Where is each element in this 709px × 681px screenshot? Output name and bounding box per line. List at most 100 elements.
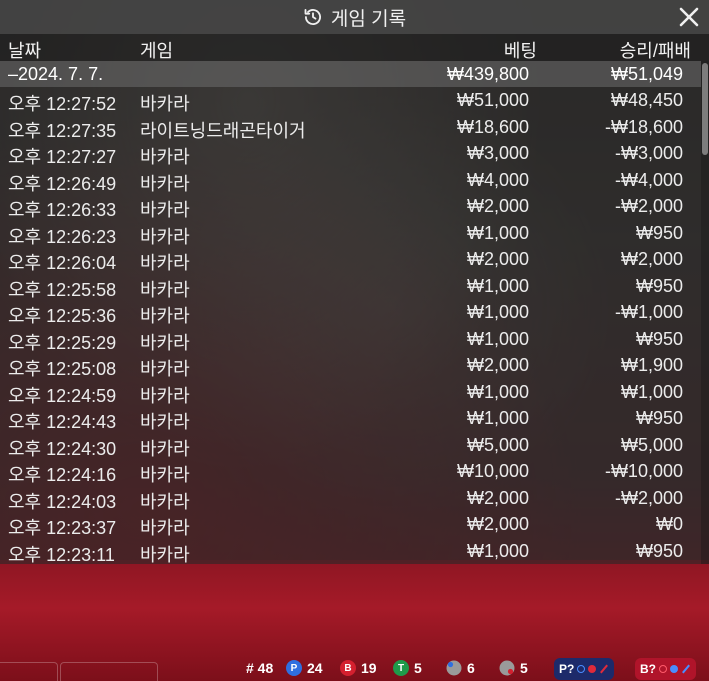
dot-icon — [670, 665, 678, 673]
table-row[interactable]: 오후 12:26:49 바카라 ₩4,000 -₩4,000 — [0, 167, 701, 194]
close-button[interactable] — [675, 3, 703, 31]
row-game: 바카라 — [140, 173, 190, 194]
table-row[interactable]: 오후 12:24:16 바카라 ₩10,000 -₩10,000 — [0, 458, 701, 485]
row-time: 오후 12:24:03 — [8, 491, 117, 512]
row-time: 오후 12:26:33 — [8, 200, 117, 220]
row-time: 오후 12:26:23 — [8, 226, 117, 247]
row-bet: ₩2,000 — [466, 196, 529, 216]
row-bet: ₩10,000 — [456, 461, 529, 481]
table-row[interactable]: 오후 12:25:58 바카라 ₩1,000 ₩950 — [0, 273, 701, 300]
row-game: 바카라 — [140, 518, 190, 538]
date-group-row[interactable]: –2024. 7. 7. ₩439,800 ₩51,049 — [0, 61, 701, 87]
dialog-title: 게임 기록 — [330, 8, 407, 30]
row-game: 바카라 — [140, 491, 190, 512]
rounds-label: # 48 — [246, 660, 274, 676]
row-result: ₩2,000 — [620, 249, 683, 269]
row-time: 오후 12:27:52 — [8, 94, 117, 114]
row-time: 오후 12:25:58 — [8, 279, 117, 300]
banker-wins-stat: B 19 — [340, 660, 377, 676]
rounds-count: # 48 — [246, 660, 273, 676]
row-time: 오후 12:26:49 — [8, 173, 117, 194]
table-row[interactable]: 오후 12:27:27 바카라 ₩3,000 -₩3,000 — [0, 140, 701, 167]
row-time: 오후 12:24:43 — [8, 412, 117, 432]
player-wins-stat: P 24 — [286, 660, 323, 676]
table-row[interactable]: 오후 12:24:59 바카라 ₩1,000 ₩1,000 — [0, 379, 701, 406]
row-game: 바카라 — [140, 94, 190, 114]
history-scrollbar[interactable] — [701, 61, 709, 564]
row-time: 오후 12:25:36 — [8, 306, 117, 326]
tie-stat: T 5 — [393, 660, 422, 676]
row-game: 라이트닝드래곤타이거 — [140, 120, 306, 141]
row-bet: ₩5,000 — [466, 434, 529, 455]
player-pair-icon — [446, 660, 462, 676]
row-bet: ₩1,000 — [466, 408, 529, 428]
row-time: 오후 12:23:11 — [8, 544, 115, 565]
row-bet: ₩4,000 — [466, 169, 529, 190]
banker-badge-icon: B — [340, 660, 356, 676]
dot-icon — [588, 665, 597, 673]
player-ask-button[interactable]: P? — [554, 658, 615, 680]
row-game: 바카라 — [140, 200, 190, 220]
table-row[interactable]: 오후 12:25:08 바카라 ₩2,000 ₩1,900 — [0, 352, 701, 379]
banker-ask-label: B? — [640, 662, 656, 676]
banker-pair-icon — [499, 660, 515, 676]
column-header-result: 승리/패배 — [619, 41, 691, 61]
row-bet: ₩51,000 — [456, 90, 529, 110]
column-header-bet: 베팅 — [503, 41, 537, 61]
row-bet: ₩18,600 — [456, 116, 529, 137]
row-result: -₩2,000 — [614, 487, 683, 508]
row-result: -₩10,000 — [604, 461, 683, 481]
column-header-game: 게임 — [140, 41, 174, 61]
scrollbar-thumb[interactable] — [702, 63, 708, 155]
table-row[interactable]: 오후 12:24:03 바카라 ₩2,000 -₩2,000 — [0, 485, 701, 512]
row-game: 바카라 — [140, 465, 190, 485]
row-bet: ₩2,000 — [466, 514, 529, 534]
row-bet: ₩1,000 — [466, 222, 529, 243]
row-game: 바카라 — [140, 412, 190, 432]
table-row[interactable]: 오후 12:23:37 바카라 ₩2,000 ₩0 — [0, 511, 701, 538]
tie-badge-icon: T — [393, 660, 409, 676]
player-pair-count: 6 — [467, 660, 475, 676]
table-row[interactable]: 오후 12:24:30 바카라 ₩5,000 ₩5,000 — [0, 432, 701, 459]
banker-pair-stat: 5 — [499, 660, 528, 676]
table-row[interactable]: 오후 12:23:11 바카라 ₩1,000 ₩950 — [0, 538, 701, 565]
row-game: 바카라 — [140, 306, 190, 326]
row-time: 오후 12:26:04 — [8, 253, 117, 273]
dialog-titlebar: 게임 기록 — [0, 0, 709, 34]
table-row[interactable]: 오후 12:27:35 라이트닝드래곤타이거 ₩18,600 -₩18,600 — [0, 114, 701, 141]
table-row[interactable]: 오후 12:25:36 바카라 ₩1,000 -₩1,000 — [0, 299, 701, 326]
group-bet-total: ₩439,800 — [446, 64, 529, 84]
tie-count: 5 — [414, 660, 422, 676]
row-time: 오후 12:24:16 — [8, 465, 117, 485]
history-list: 오후 12:27:52 바카라 ₩51,000 ₩48,450 오후 12:27:35… — [0, 87, 701, 565]
row-time: 오후 12:23:37 — [8, 518, 117, 538]
group-date: –2024. 7. 7. — [8, 64, 104, 84]
row-result: ₩950 — [635, 275, 683, 296]
road-statistics-bar: # 48 P 24 B 19 T 5 6 5 P? B? — [0, 656, 709, 681]
row-bet: ₩2,000 — [466, 249, 529, 269]
group-result-total: ₩51,049 — [610, 64, 683, 84]
game-history-dialog: 게임 기록 날짜 게임 베팅 승리/패배 –2024. 7. 7. ₩439,8… — [0, 0, 709, 565]
history-icon — [303, 7, 323, 27]
table-row[interactable]: 오후 12:26:33 바카라 ₩2,000 -₩2,000 — [0, 193, 701, 220]
row-time: 오후 12:27:27 — [8, 147, 117, 167]
row-result: ₩48,450 — [610, 90, 683, 110]
slash-icon — [600, 664, 609, 674]
table-row[interactable]: 오후 12:24:43 바카라 ₩1,000 ₩950 — [0, 405, 701, 432]
row-time: 오후 12:25:08 — [8, 359, 117, 379]
row-bet: ₩1,000 — [466, 302, 529, 322]
row-result: ₩5,000 — [620, 434, 683, 455]
row-result: ₩950 — [635, 328, 683, 349]
table-row[interactable]: 오후 12:26:04 바카라 ₩2,000 ₩2,000 — [0, 246, 701, 273]
banker-count: 19 — [361, 660, 377, 676]
row-game: 바카라 — [140, 332, 190, 353]
row-time: 오후 12:25:29 — [8, 332, 117, 353]
table-row[interactable]: 오후 12:26:23 바카라 ₩1,000 ₩950 — [0, 220, 701, 247]
ring-icon — [659, 665, 667, 673]
table-row[interactable]: 오후 12:25:29 바카라 ₩1,000 ₩950 — [0, 326, 701, 353]
row-game: 바카라 — [140, 438, 190, 459]
banker-ask-button[interactable]: B? — [635, 658, 696, 680]
banker-pair-count: 5 — [520, 660, 528, 676]
table-row[interactable]: 오후 12:27:52 바카라 ₩51,000 ₩48,450 — [0, 87, 701, 114]
row-result: ₩0 — [656, 514, 683, 534]
